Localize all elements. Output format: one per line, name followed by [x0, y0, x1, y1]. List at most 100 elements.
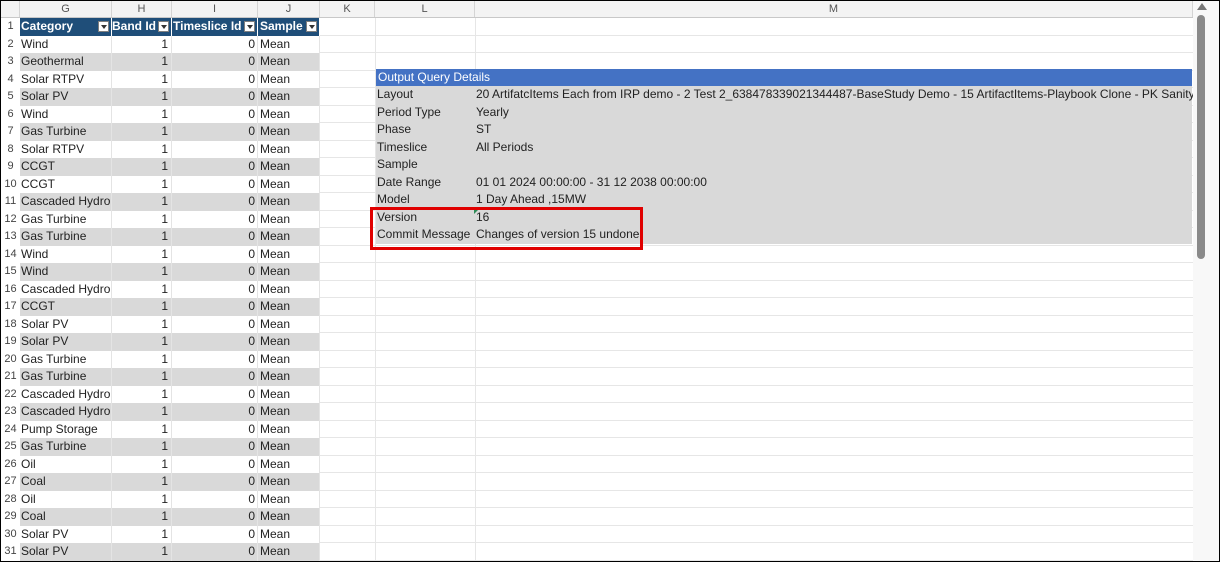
details-value[interactable]: All Periods — [476, 139, 533, 157]
cell-sample[interactable]: Mean — [258, 525, 320, 543]
cell-category[interactable]: Geothermal — [20, 53, 112, 71]
details-value[interactable]: 1 Day Ahead ,15MW — [476, 191, 586, 209]
row-number[interactable]: 31 — [1, 543, 20, 561]
filter-dropdown-icon[interactable] — [158, 21, 169, 32]
column-header-l[interactable]: L — [375, 1, 475, 17]
cell-category[interactable]: Coal — [20, 473, 112, 491]
row-number[interactable]: 24 — [1, 420, 20, 438]
cell-band-id[interactable]: 1 — [112, 350, 172, 368]
row-number[interactable]: 26 — [1, 455, 20, 473]
cell-band-id[interactable]: 1 — [112, 53, 172, 71]
cell-category[interactable]: Solar PV — [20, 315, 112, 333]
cell-sample[interactable]: Mean — [258, 280, 320, 298]
cell-category[interactable]: Solar PV — [20, 543, 112, 561]
details-label[interactable]: Period Type — [377, 104, 441, 122]
row-number[interactable]: 21 — [1, 368, 20, 386]
row-number[interactable]: 8 — [1, 140, 20, 158]
cell-timeslice-id[interactable]: 0 — [172, 403, 258, 421]
cell-sample[interactable]: Mean — [258, 473, 320, 491]
details-label[interactable]: Sample — [377, 156, 418, 174]
details-label[interactable]: Layout — [377, 86, 413, 104]
cell-sample[interactable]: Mean — [258, 543, 320, 561]
cell-sample[interactable]: Mean — [258, 455, 320, 473]
cell-timeslice-id[interactable]: 0 — [172, 385, 258, 403]
cell-band-id[interactable]: 1 — [112, 385, 172, 403]
cell-timeslice-id[interactable]: 0 — [172, 473, 258, 491]
cell-band-id[interactable]: 1 — [112, 263, 172, 281]
cell-band-id[interactable]: 1 — [112, 245, 172, 263]
filter-dropdown-icon[interactable] — [98, 21, 109, 32]
details-label[interactable]: Phase — [377, 121, 411, 139]
cell-band-id[interactable]: 1 — [112, 298, 172, 316]
row-number[interactable]: 17 — [1, 298, 20, 316]
cell-timeslice-id[interactable]: 0 — [172, 280, 258, 298]
details-value[interactable]: Yearly — [476, 104, 509, 122]
row-number[interactable]: 10 — [1, 175, 20, 193]
cell-category[interactable]: Pump Storage — [20, 420, 112, 438]
cell-timeslice-id[interactable]: 0 — [172, 438, 258, 456]
row-number[interactable]: 18 — [1, 315, 20, 333]
filter-dropdown-icon[interactable] — [244, 21, 255, 32]
cell-sample[interactable]: Mean — [258, 210, 320, 228]
cell-sample[interactable]: Mean — [258, 368, 320, 386]
cell-timeslice-id[interactable]: 0 — [172, 508, 258, 526]
cell-timeslice-id[interactable]: 0 — [172, 88, 258, 106]
cell-category[interactable]: Cascaded Hydro — [20, 385, 112, 403]
cell-sample[interactable]: Mean — [258, 263, 320, 281]
cell-timeslice-id[interactable]: 0 — [172, 245, 258, 263]
cell-timeslice-id[interactable]: 0 — [172, 53, 258, 71]
row-number[interactable]: 28 — [1, 490, 20, 508]
cell-timeslice-id[interactable]: 0 — [172, 333, 258, 351]
cell-category[interactable]: Wind — [20, 263, 112, 281]
cell-timeslice-id[interactable]: 0 — [172, 263, 258, 281]
details-label[interactable]: Date Range — [377, 174, 441, 192]
cell-sample[interactable]: Mean — [258, 35, 320, 53]
header-category[interactable]: Category — [20, 18, 112, 36]
cell-sample[interactable]: Mean — [258, 53, 320, 71]
header-sample[interactable]: Sample — [258, 18, 320, 36]
row-number[interactable]: 2 — [1, 35, 20, 53]
cell-timeslice-id[interactable]: 0 — [172, 175, 258, 193]
cell-band-id[interactable]: 1 — [112, 105, 172, 123]
cell-timeslice-id[interactable]: 0 — [172, 140, 258, 158]
cell-band-id[interactable]: 1 — [112, 158, 172, 176]
cell-sample[interactable]: Mean — [258, 490, 320, 508]
cell-category[interactable]: Oil — [20, 455, 112, 473]
cell-sample[interactable]: Mean — [258, 193, 320, 211]
row-number[interactable]: 7 — [1, 123, 20, 141]
cell-band-id[interactable]: 1 — [112, 315, 172, 333]
cell-category[interactable]: Gas Turbine — [20, 368, 112, 386]
row-number[interactable]: 19 — [1, 333, 20, 351]
filter-dropdown-icon[interactable] — [306, 21, 317, 32]
cell-timeslice-id[interactable]: 0 — [172, 228, 258, 246]
cell-timeslice-id[interactable]: 0 — [172, 350, 258, 368]
row-number[interactable]: 20 — [1, 350, 20, 368]
cell-sample[interactable]: Mean — [258, 298, 320, 316]
row-number[interactable]: 16 — [1, 280, 20, 298]
cell-timeslice-id[interactable]: 0 — [172, 210, 258, 228]
row-number[interactable]: 30 — [1, 525, 20, 543]
column-header-h[interactable]: H — [112, 1, 172, 17]
cell-band-id[interactable]: 1 — [112, 70, 172, 88]
cell-band-id[interactable]: 1 — [112, 228, 172, 246]
cell-sample[interactable]: Mean — [258, 228, 320, 246]
scrollbar-thumb[interactable] — [1197, 15, 1205, 259]
cell-sample[interactable]: Mean — [258, 315, 320, 333]
cell-category[interactable]: Solar PV — [20, 333, 112, 351]
cell-sample[interactable]: Mean — [258, 350, 320, 368]
column-header-j[interactable]: J — [258, 1, 320, 17]
row-number[interactable]: 29 — [1, 508, 20, 526]
cell-timeslice-id[interactable]: 0 — [172, 543, 258, 561]
cell-timeslice-id[interactable]: 0 — [172, 315, 258, 333]
row-number[interactable]: 9 — [1, 158, 20, 176]
cell-category[interactable]: Solar PV — [20, 525, 112, 543]
cell-timeslice-id[interactable]: 0 — [172, 35, 258, 53]
details-value[interactable]: 20 ArtifatcItems Each from IRP demo - 2 … — [476, 86, 1219, 104]
cell-band-id[interactable]: 1 — [112, 140, 172, 158]
cell-band-id[interactable]: 1 — [112, 490, 172, 508]
cell-band-id[interactable]: 1 — [112, 193, 172, 211]
cell-sample[interactable]: Mean — [258, 403, 320, 421]
row-number[interactable]: 14 — [1, 245, 20, 263]
cell-band-id[interactable]: 1 — [112, 88, 172, 106]
cell-category[interactable]: Gas Turbine — [20, 350, 112, 368]
